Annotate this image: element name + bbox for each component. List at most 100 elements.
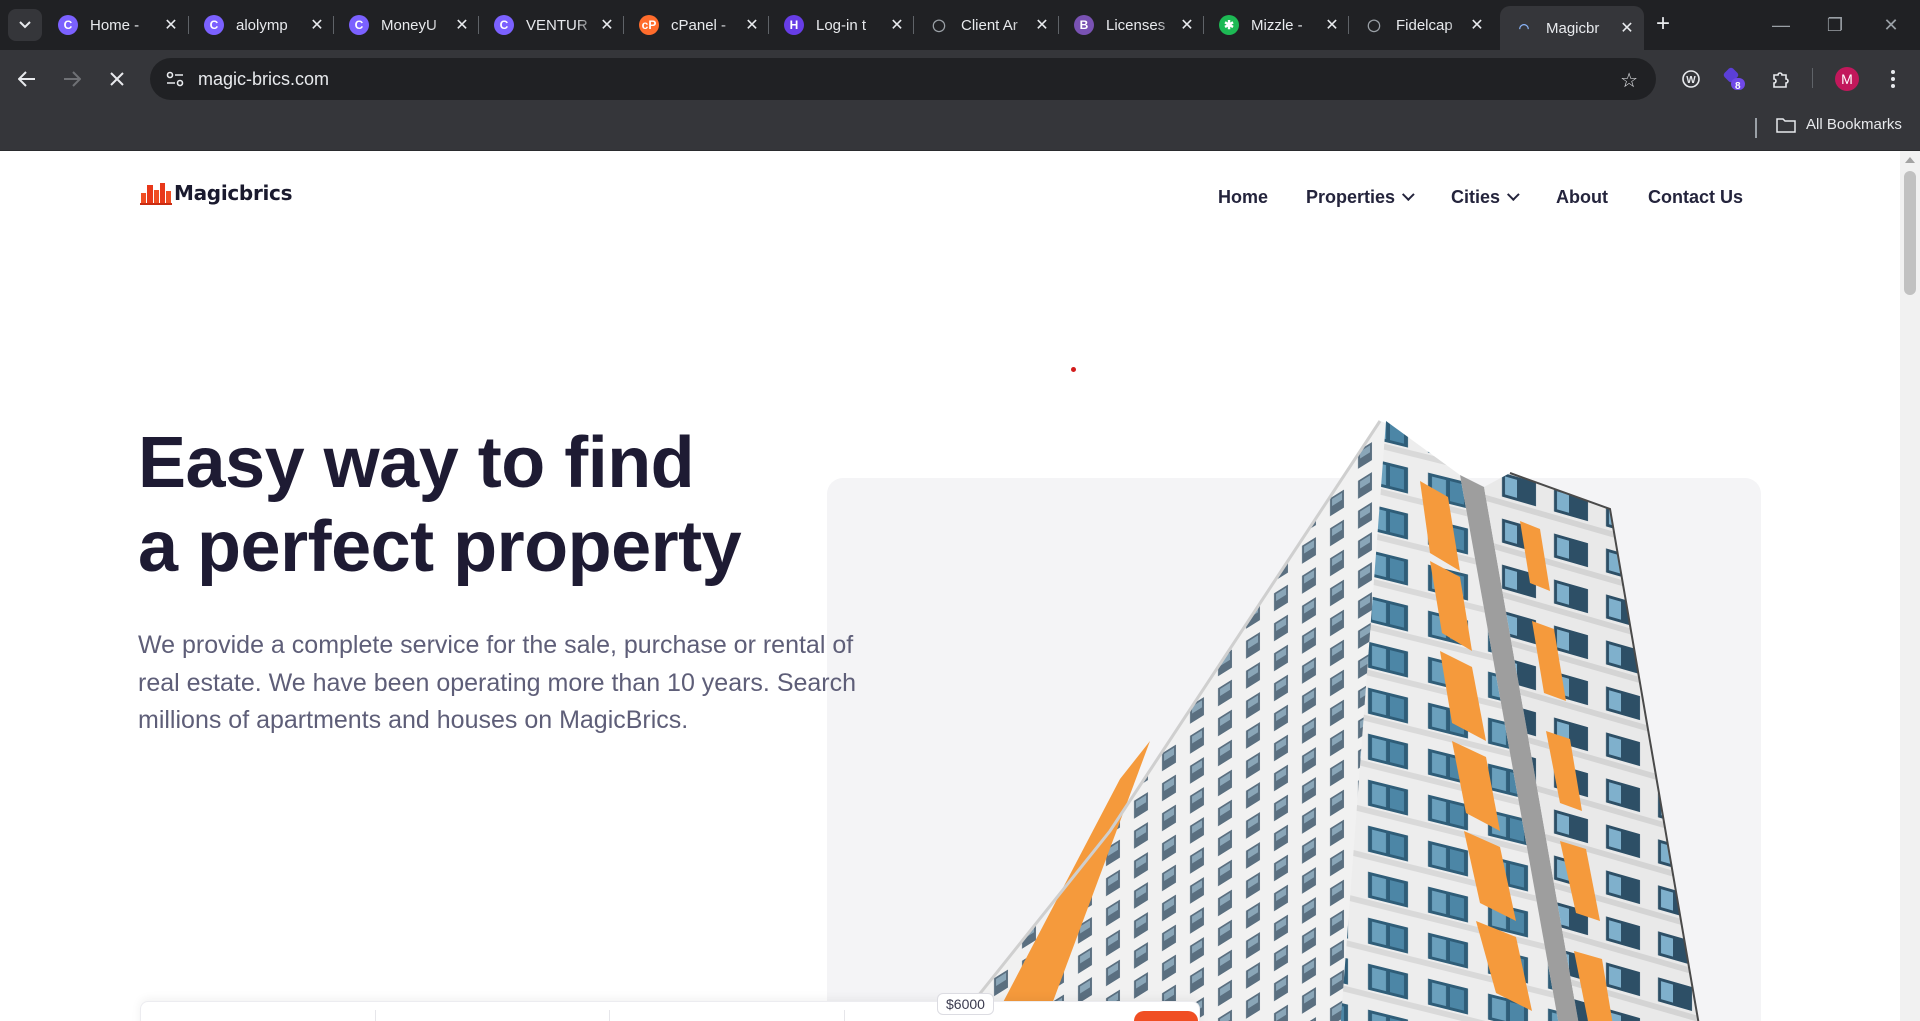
scroll-thumb[interactable] xyxy=(1904,171,1916,295)
c-logo-icon: C xyxy=(349,15,369,35)
hero-heading-line1: Easy way to find xyxy=(138,423,695,503)
bookmarks-bar: All Bookmarks xyxy=(0,108,1920,151)
tab-separator xyxy=(913,16,914,34)
tab-title: Log-in t xyxy=(816,16,867,34)
tab-separator xyxy=(1058,16,1059,34)
all-bookmarks-label: All Bookmarks xyxy=(1806,116,1902,133)
globe-icon: ◯ xyxy=(932,18,946,32)
tab-title: Magicbr xyxy=(1546,19,1600,37)
extensions-puzzle-icon[interactable] xyxy=(1766,64,1796,94)
site-header: Magicbrics Home Properties Cities About … xyxy=(0,151,1900,246)
browser-tab[interactable]: C Home - ✕ xyxy=(44,6,188,44)
tab-title: alolymp xyxy=(236,16,288,34)
site-logo[interactable]: Magicbrics xyxy=(140,181,293,205)
site-info-icon[interactable] xyxy=(164,68,186,90)
globe-icon: ◯ xyxy=(1367,18,1381,32)
tab-close-icon[interactable]: ✕ xyxy=(308,16,326,34)
tab-close-icon[interactable]: ✕ xyxy=(598,16,616,34)
tab-separator xyxy=(1348,16,1349,34)
b-logo-icon: B xyxy=(1074,15,1094,35)
cpanel-icon: cP xyxy=(639,15,659,35)
close-icon xyxy=(110,72,124,86)
extension-badge-count: 8 xyxy=(1735,81,1741,92)
building-logo-icon xyxy=(140,183,172,205)
browser-toolbar: magic-brics.com ☆ W 8 M xyxy=(0,50,1920,108)
new-tab-button[interactable]: + xyxy=(1650,12,1676,38)
tab-separator xyxy=(188,16,189,34)
tab-title: VENTUR xyxy=(526,16,588,34)
nav-properties-label: Properties xyxy=(1306,187,1396,207)
browser-tab[interactable]: C VENTUR ✕ xyxy=(480,6,624,44)
search-divider xyxy=(375,1010,376,1021)
browser-tab[interactable]: ✱ Mizzle - ✕ xyxy=(1205,6,1349,44)
profile-initial: M xyxy=(1835,67,1859,91)
nav-contact-label: Contact Us xyxy=(1648,187,1744,207)
tab-close-icon[interactable]: ✕ xyxy=(743,16,761,34)
toolbar-divider xyxy=(1812,68,1813,88)
tab-close-icon[interactable]: ✕ xyxy=(1618,19,1636,37)
wordpress-extension-icon[interactable]: W xyxy=(1676,64,1706,94)
browser-tab[interactable]: B Licenses ✕ xyxy=(1060,6,1204,44)
nav-home-label: Home xyxy=(1218,187,1269,207)
nav-cities-label: Cities xyxy=(1451,187,1501,207)
browser-tab[interactable]: C MoneyU ✕ xyxy=(335,6,479,44)
bookmarks-divider xyxy=(1755,118,1757,138)
close-window-button[interactable]: ✕ xyxy=(1876,10,1906,40)
forward-button[interactable] xyxy=(57,64,87,94)
tab-separator xyxy=(333,16,334,34)
tab-close-icon[interactable]: ✕ xyxy=(453,16,471,34)
nav-about[interactable]: About xyxy=(1556,187,1608,208)
all-bookmarks-button[interactable]: All Bookmarks xyxy=(1776,116,1902,133)
property-search-bar[interactable] xyxy=(140,1001,1200,1021)
tab-title: Licenses xyxy=(1106,16,1166,34)
tab-close-icon[interactable]: ✕ xyxy=(1468,16,1486,34)
page-viewport: Magicbrics Home Properties Cities About … xyxy=(0,151,1920,1021)
h-logo-icon: H xyxy=(784,15,804,35)
price-slider-tooltip: $6000 xyxy=(937,993,994,1015)
more-menu-icon[interactable] xyxy=(1878,64,1908,94)
page-scrollbar[interactable] xyxy=(1900,151,1920,1021)
browser-tab[interactable]: ◯ Client Ar ✕ xyxy=(915,6,1059,44)
logo-text: Magicbrics xyxy=(174,181,293,205)
search-button[interactable] xyxy=(1134,1011,1198,1021)
bookmark-star-icon[interactable]: ☆ xyxy=(1620,68,1638,93)
restore-button[interactable]: ❐ xyxy=(1820,10,1850,40)
nav-about-label: About xyxy=(1556,187,1608,207)
nav-contact[interactable]: Contact Us xyxy=(1648,187,1743,208)
url-text: magic-brics.com xyxy=(198,68,330,89)
tab-close-icon[interactable]: ✕ xyxy=(1323,16,1341,34)
tab-title: MoneyU xyxy=(381,16,437,34)
profile-avatar[interactable]: M xyxy=(1832,64,1862,94)
tab-strip: C Home - ✕ Calolymp ✕ C MoneyU ✕ C VENTUR ✕ cP cPan… xyxy=(0,0,1920,50)
nav-home[interactable]: Home xyxy=(1218,187,1268,208)
chevron-down-icon xyxy=(1506,188,1520,202)
browser-tab[interactable]: cP cPanel - ✕ xyxy=(625,6,769,44)
c-logo-icon: C xyxy=(494,15,514,35)
tab-separator xyxy=(478,16,479,34)
scroll-up-arrow-icon[interactable] xyxy=(1905,157,1915,163)
browser-tab[interactable]: Calolymp ✕ xyxy=(190,6,334,44)
chevron-down-icon xyxy=(19,21,31,29)
tab-close-icon[interactable]: ✕ xyxy=(162,16,180,34)
browser-tab[interactable]: H Log-in t ✕ xyxy=(770,6,914,44)
tab-close-icon[interactable]: ✕ xyxy=(1033,16,1051,34)
nav-cities[interactable]: Cities xyxy=(1451,187,1520,208)
extension-badge-icon[interactable]: 8 xyxy=(1720,64,1750,94)
minimize-button[interactable]: — xyxy=(1766,10,1796,40)
building-illustration xyxy=(956,420,1700,1021)
browser-tab[interactable]: ◠ Magicbr ✕ xyxy=(1500,6,1644,50)
stop-loading-button[interactable] xyxy=(102,64,132,94)
arrow-left-icon xyxy=(18,71,35,87)
tab-separator xyxy=(623,16,624,34)
tab-title: Mizzle - xyxy=(1251,16,1303,34)
address-bar[interactable]: magic-brics.com ☆ xyxy=(150,58,1656,100)
tab-separator xyxy=(768,16,769,34)
tab-search-button[interactable] xyxy=(8,9,42,41)
tab-title: Client Ar xyxy=(961,16,1018,34)
back-button[interactable] xyxy=(12,64,42,94)
tab-close-icon[interactable]: ✕ xyxy=(1178,16,1196,34)
nav-properties[interactable]: Properties xyxy=(1306,187,1415,208)
browser-tab[interactable]: ◯ Fidelcap ✕ xyxy=(1350,6,1494,44)
hero-heading: Easy way to find a perfect property xyxy=(138,421,878,589)
tab-close-icon[interactable]: ✕ xyxy=(888,16,906,34)
